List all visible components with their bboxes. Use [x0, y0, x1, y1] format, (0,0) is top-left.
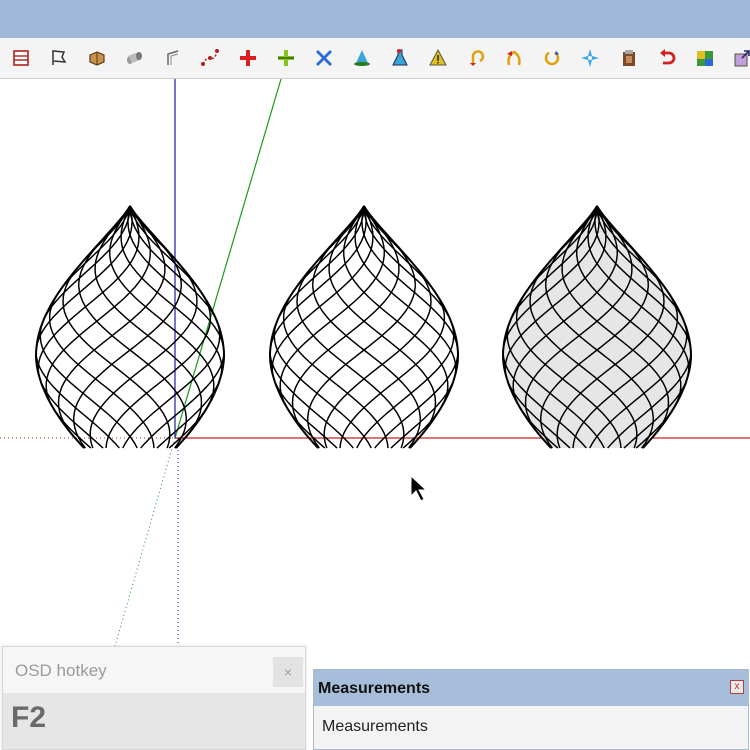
- cycle-icon[interactable]: [540, 46, 564, 70]
- move-star-icon[interactable]: [578, 46, 602, 70]
- cylinder-icon[interactable]: [122, 46, 146, 70]
- osd-hotkey-panel: OSD hotkey × F2: [2, 646, 306, 750]
- undo-arrow-icon[interactable]: [655, 46, 679, 70]
- flask-icon[interactable]: [388, 46, 412, 70]
- delete-x-icon[interactable]: [312, 46, 336, 70]
- dome-mesh[interactable]: [268, 205, 460, 449]
- rotate-hook-icon[interactable]: [464, 46, 488, 70]
- dome-mesh-shaded[interactable]: [501, 205, 693, 449]
- warning-triangle-icon[interactable]: [426, 46, 450, 70]
- close-icon[interactable]: x: [730, 680, 744, 694]
- cone-icon[interactable]: [350, 46, 374, 70]
- measurements-title: Measurements: [318, 680, 431, 697]
- flag-icon[interactable]: [47, 46, 71, 70]
- paste-icon[interactable]: [617, 46, 641, 70]
- add-cross-icon[interactable]: [236, 46, 260, 70]
- offset-edge-icon[interactable]: [160, 46, 184, 70]
- puzzle-icon[interactable]: [693, 46, 717, 70]
- toolbar: [0, 38, 750, 79]
- measurements-header[interactable]: Measurements x: [314, 670, 748, 706]
- osd-key-area: F2: [3, 693, 305, 749]
- window-titlebar[interactable]: [0, 0, 750, 39]
- close-icon[interactable]: ×: [273, 657, 303, 687]
- layers-icon[interactable]: [9, 46, 33, 70]
- mouse-cursor: [410, 474, 428, 502]
- measurements-field[interactable]: Measurements: [322, 718, 428, 736]
- box-icon[interactable]: [85, 46, 109, 70]
- hotkey-label: F2: [11, 701, 47, 734]
- green-axis: [174, 79, 282, 439]
- curve-points-icon[interactable]: [198, 46, 222, 70]
- bend-arrow-icon[interactable]: [502, 46, 526, 70]
- dome-mesh[interactable]: [34, 205, 226, 449]
- measurements-panel: Measurements x Measurements: [313, 669, 749, 750]
- osd-title: OSD hotkey: [15, 661, 107, 680]
- export-icon[interactable]: [730, 46, 750, 70]
- dome-surface: [503, 206, 691, 448]
- plus-split-icon[interactable]: [274, 46, 298, 70]
